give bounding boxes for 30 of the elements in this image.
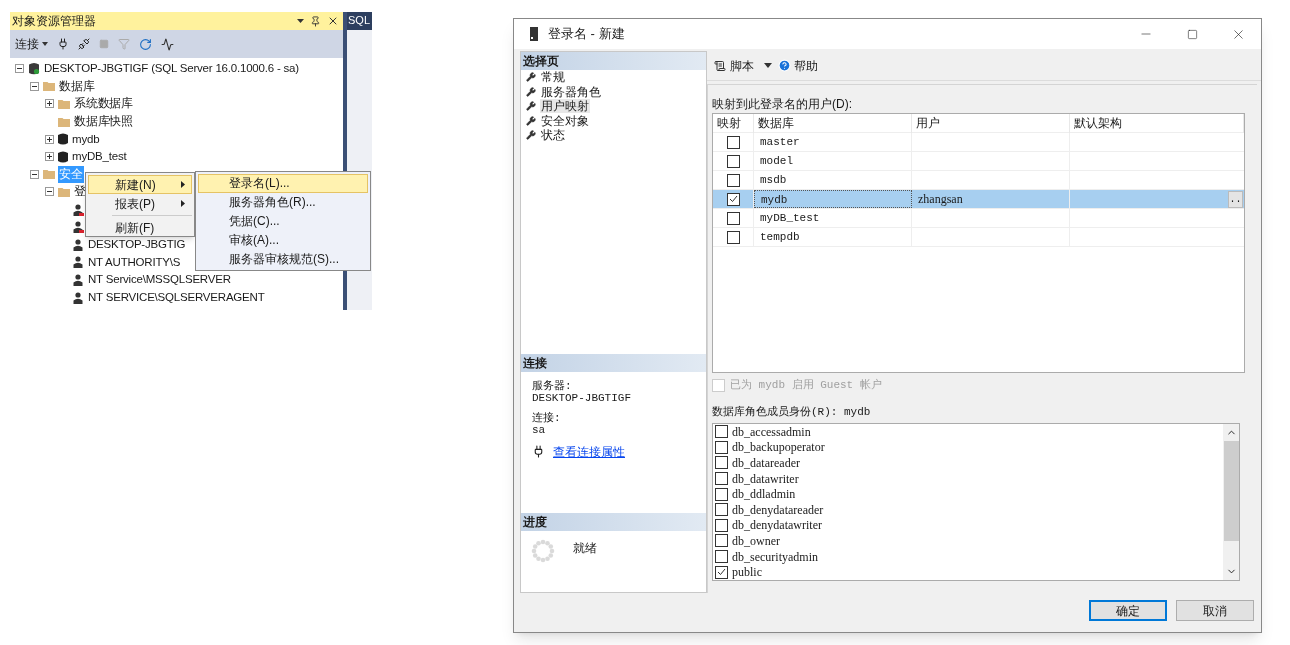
guest-label: 已为 mydb 启用 Guest 帐户: [730, 377, 882, 393]
roles-label: 数据库角色成员身份(R): mydb: [712, 405, 872, 419]
section-header: 进度: [521, 513, 706, 531]
table-cell: model: [760, 155, 793, 167]
role-name: db_datawriter: [732, 471, 799, 486]
role-name: db_owner: [732, 533, 780, 548]
table-cell: myDB_test: [760, 212, 820, 224]
role-name: db_ddladmin: [732, 487, 796, 502]
role-name: db_denydatareader: [732, 502, 824, 517]
table-cell: master: [760, 136, 800, 148]
role-name: db_accessadmin: [732, 424, 811, 439]
role-name: db_securityadmin: [732, 549, 818, 564]
server-label: 服务器:: [532, 380, 573, 392]
table-cell: tempdb: [760, 231, 800, 243]
panel-title: 对象资源管理器: [12, 13, 96, 30]
table-cell: mydb: [761, 194, 788, 206]
connection-user: sa: [532, 424, 547, 436]
role-name: public: [732, 565, 762, 580]
role-name: db_backupoperator: [732, 440, 825, 455]
server-name: DESKTOP-JBGTIGF: [532, 392, 633, 404]
role-name: db_datareader: [732, 456, 800, 470]
table-cell: msdb: [760, 174, 787, 186]
mapping-label: 映射到此登录名的用户(D):: [712, 97, 853, 111]
window-title: 登录名 - 新建: [548, 25, 625, 44]
section-header: 连接: [521, 354, 706, 372]
connection-label: 连接:: [532, 412, 562, 424]
role-name: db_denydatawriter: [732, 518, 822, 533]
section-header: 选择页: [521, 52, 706, 70]
table-cell: zhangsan: [918, 192, 963, 206]
progress-status: 就绪: [573, 540, 597, 557]
